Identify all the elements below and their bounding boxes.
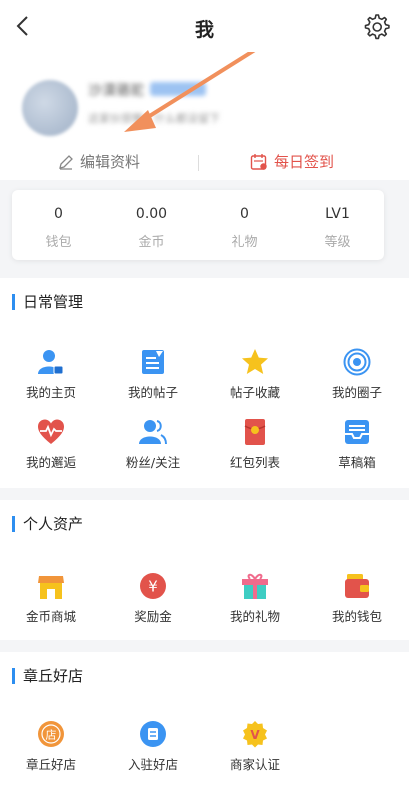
menu-item-coin-mall[interactable]: 金币商城 [0, 572, 102, 634]
stat-label: 等级 [324, 235, 351, 250]
followers-icon [139, 420, 167, 445]
stats-card: 0 钱包 0.00 金币 0 礼物 LV1 等级 [12, 190, 384, 260]
drafts-icon [345, 420, 369, 444]
pencil-icon [59, 154, 73, 170]
stat-gifts[interactable]: 0 礼物 [198, 190, 291, 260]
shop-icon [38, 576, 64, 599]
verified-badge-icon: V [243, 721, 267, 748]
stat-coins[interactable]: 0.00 金币 [105, 190, 198, 260]
edit-profile-button[interactable]: 编辑资料 [58, 151, 140, 172]
section-accent-bar [12, 667, 15, 684]
stat-label: 钱包 [45, 235, 72, 250]
menu-item-post-favorites[interactable]: 帖子收藏 [204, 348, 306, 410]
person-icon [38, 350, 64, 375]
menu-item-zhangqiu-stores[interactable]: 店 章丘好店 [0, 720, 102, 782]
star-icon [242, 349, 268, 374]
menu-item-my-posts[interactable]: 我的帖子 [102, 348, 204, 410]
svg-text:¥: ¥ [148, 578, 158, 596]
stat-value: 0 [54, 206, 63, 222]
calendar-icon [250, 153, 267, 170]
divider [198, 155, 199, 171]
section-accent-bar [12, 515, 15, 532]
menu-item-red-packets[interactable]: 红包列表 [204, 418, 306, 480]
daily-signin-button[interactable]: 每日签到 [250, 151, 334, 172]
target-icon [343, 348, 371, 376]
stat-value: LV1 [325, 206, 350, 222]
menu-item-my-wallet[interactable]: 我的钱包 [306, 572, 408, 634]
menu-item-bonus[interactable]: ¥ 奖励金 [102, 572, 204, 634]
top-bar: 我 [0, 0, 409, 52]
section-assets: 个人资产 金币商城 ¥ 奖励金 我的礼物 我的钱包 [0, 500, 409, 640]
yen-icon: ¥ [140, 573, 166, 599]
menu-item-my-homepage[interactable]: 我的主页 [0, 348, 102, 410]
svg-text:V: V [250, 728, 260, 742]
stat-value: 0.00 [135, 206, 168, 222]
section-accent-bar [12, 293, 15, 310]
red-packet-icon [244, 419, 266, 445]
menu-item-join-store[interactable]: 入驻好店 [102, 720, 204, 782]
post-icon [142, 350, 164, 374]
enter-store-icon [140, 721, 166, 747]
section-title: 日常管理 [23, 293, 84, 311]
menu-item-followers[interactable]: 粉丝/关注 [102, 418, 204, 480]
menu-item-my-circles[interactable]: 我的圈子 [306, 348, 408, 410]
section-daily: 日常管理 我的主页 我的帖子 帖子收藏 我的圈子 我的邂逅 粉丝/关注 红包列表… [0, 278, 409, 488]
gear-icon[interactable] [361, 12, 391, 42]
svg-text:店: 店 [46, 728, 57, 742]
stat-level[interactable]: LV1 等级 [291, 190, 384, 260]
section-title: 章丘好店 [23, 667, 84, 685]
heart-pulse-icon [38, 419, 64, 444]
edit-profile-label: 编辑资料 [80, 153, 141, 171]
menu-item-my-encounters[interactable]: 我的邂逅 [0, 418, 102, 480]
store-badge-icon: 店 [38, 721, 64, 747]
menu-item-drafts[interactable]: 草稿箱 [306, 418, 408, 480]
menu-item-merchant-verify[interactable]: V 商家认证 [204, 720, 306, 782]
profile-card: 沙漠骆驼 这家伙很懒，什么都没留下 编辑资料 每日签到 [0, 52, 409, 180]
page-title: 我 [194, 19, 214, 41]
stat-wallet[interactable]: 0 钱包 [12, 190, 105, 260]
gift-icon [242, 573, 268, 599]
section-store: 章丘好店 店 章丘好店 入驻好店 V 商家认证 [0, 652, 409, 790]
wallet-icon [345, 574, 369, 598]
stat-label: 金币 [138, 235, 165, 250]
daily-signin-label: 每日签到 [274, 153, 335, 171]
menu-item-my-gifts[interactable]: 我的礼物 [204, 572, 306, 634]
section-title: 个人资产 [23, 515, 84, 533]
stat-value: 0 [240, 206, 249, 222]
stat-label: 礼物 [231, 235, 258, 250]
